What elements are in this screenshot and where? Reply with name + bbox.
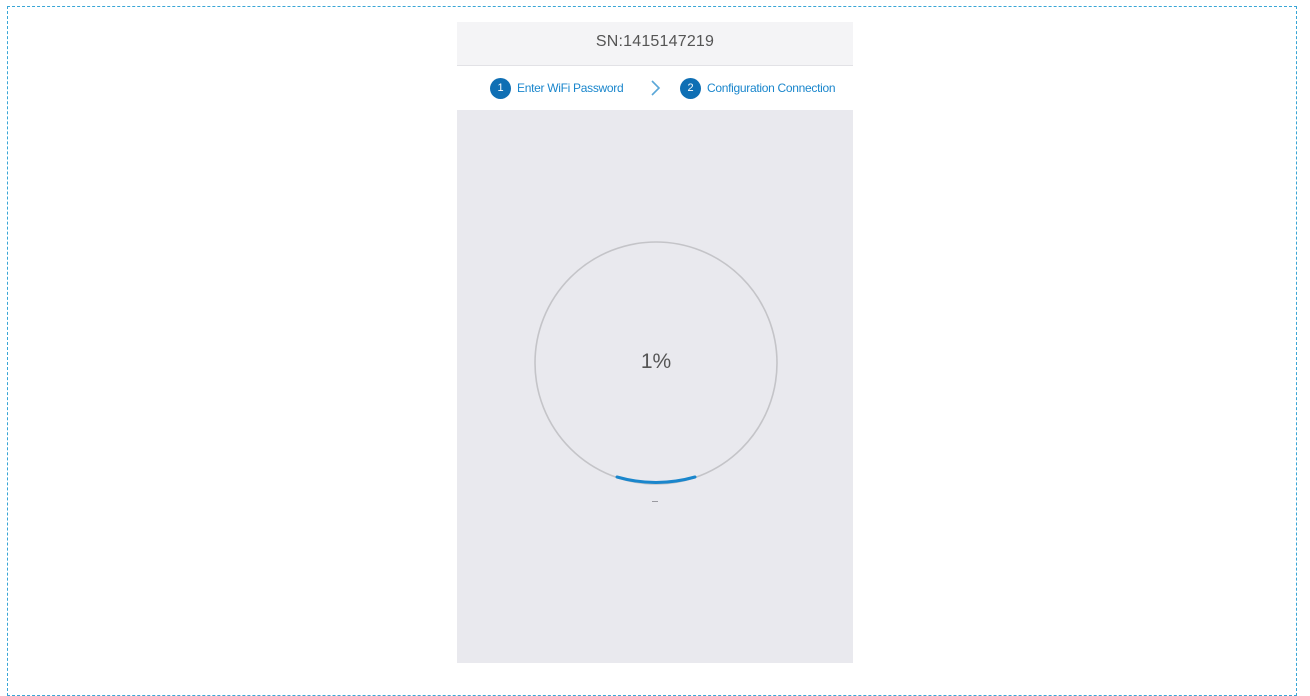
phone-screen: SN:1415147219 1 Enter WiFi Password 2 Co… (457, 22, 853, 663)
chevron-right-icon (651, 80, 661, 96)
step-number-badge: 2 (680, 77, 701, 99)
step-enter-wifi-password: 1 Enter WiFi Password (490, 77, 624, 99)
step-label: Enter WiFi Password (517, 81, 624, 95)
header-bar: SN:1415147219 (457, 22, 853, 66)
serial-number-title: SN:1415147219 (595, 33, 715, 50)
step-indicator: 1 Enter WiFi Password 2 Configuration Co… (457, 66, 853, 110)
step-number-badge: 1 (490, 77, 511, 99)
step-label: Configuration Connection (707, 81, 836, 95)
progress-percent: 1% (640, 350, 672, 373)
status-placeholder-dash (652, 501, 658, 502)
step-configuration-connection: 2 Configuration Connection (680, 77, 836, 99)
